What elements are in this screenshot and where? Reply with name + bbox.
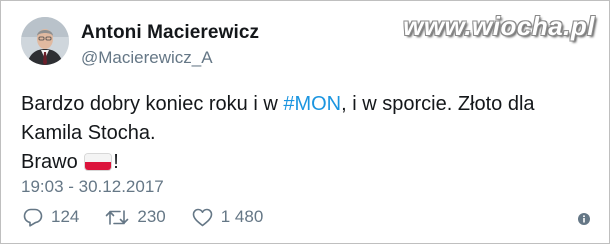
tweet-card: Antoni Macierewicz @Macierewicz_A www.wi…	[0, 0, 610, 244]
avatar[interactable]	[21, 17, 69, 65]
reply-count: 124	[51, 207, 80, 226]
poland-flag-emoji	[85, 154, 112, 170]
like-count: 1 480	[220, 207, 264, 226]
tweet-text-part: , i w sporcie. Złoto dla	[341, 93, 535, 115]
like-icon	[192, 208, 213, 226]
watermark: www.wiocha.pl	[403, 11, 595, 41]
author-name[interactable]: Antoni Macierewicz	[81, 22, 259, 44]
retweet-icon	[106, 209, 129, 225]
reply-icon	[23, 208, 43, 227]
tweet-timestamp[interactable]: 19:03 - 30.12.2017	[21, 177, 164, 197]
retweet-count: 230	[137, 207, 166, 226]
reply-button[interactable]: 124	[23, 207, 79, 227]
like-button[interactable]: 1 480	[192, 207, 264, 227]
tweet-line-2: Kamila Stocha.	[21, 122, 156, 144]
tweet-actions: 124 230 1 480	[23, 207, 289, 227]
info-icon	[578, 213, 590, 225]
hashtag-link[interactable]: #MON	[283, 93, 341, 115]
tweet-text-part: Bardzo dobry koniec roku i w	[21, 93, 284, 115]
tweet-line-1: Bardzo dobry koniec roku i w #MON, i w s…	[21, 90, 581, 119]
retweet-button[interactable]: 230	[105, 207, 166, 227]
info-button[interactable]	[578, 212, 590, 225]
tweet-text: Bardzo dobry koniec roku i w #MON, i w s…	[21, 90, 581, 177]
author-handle[interactable]: @Macierewicz_A	[81, 48, 213, 68]
tweet-text-part: !	[113, 151, 119, 173]
tweet-text-part: Brawo	[21, 151, 84, 173]
tweet-line-3: Brawo !	[21, 148, 581, 177]
